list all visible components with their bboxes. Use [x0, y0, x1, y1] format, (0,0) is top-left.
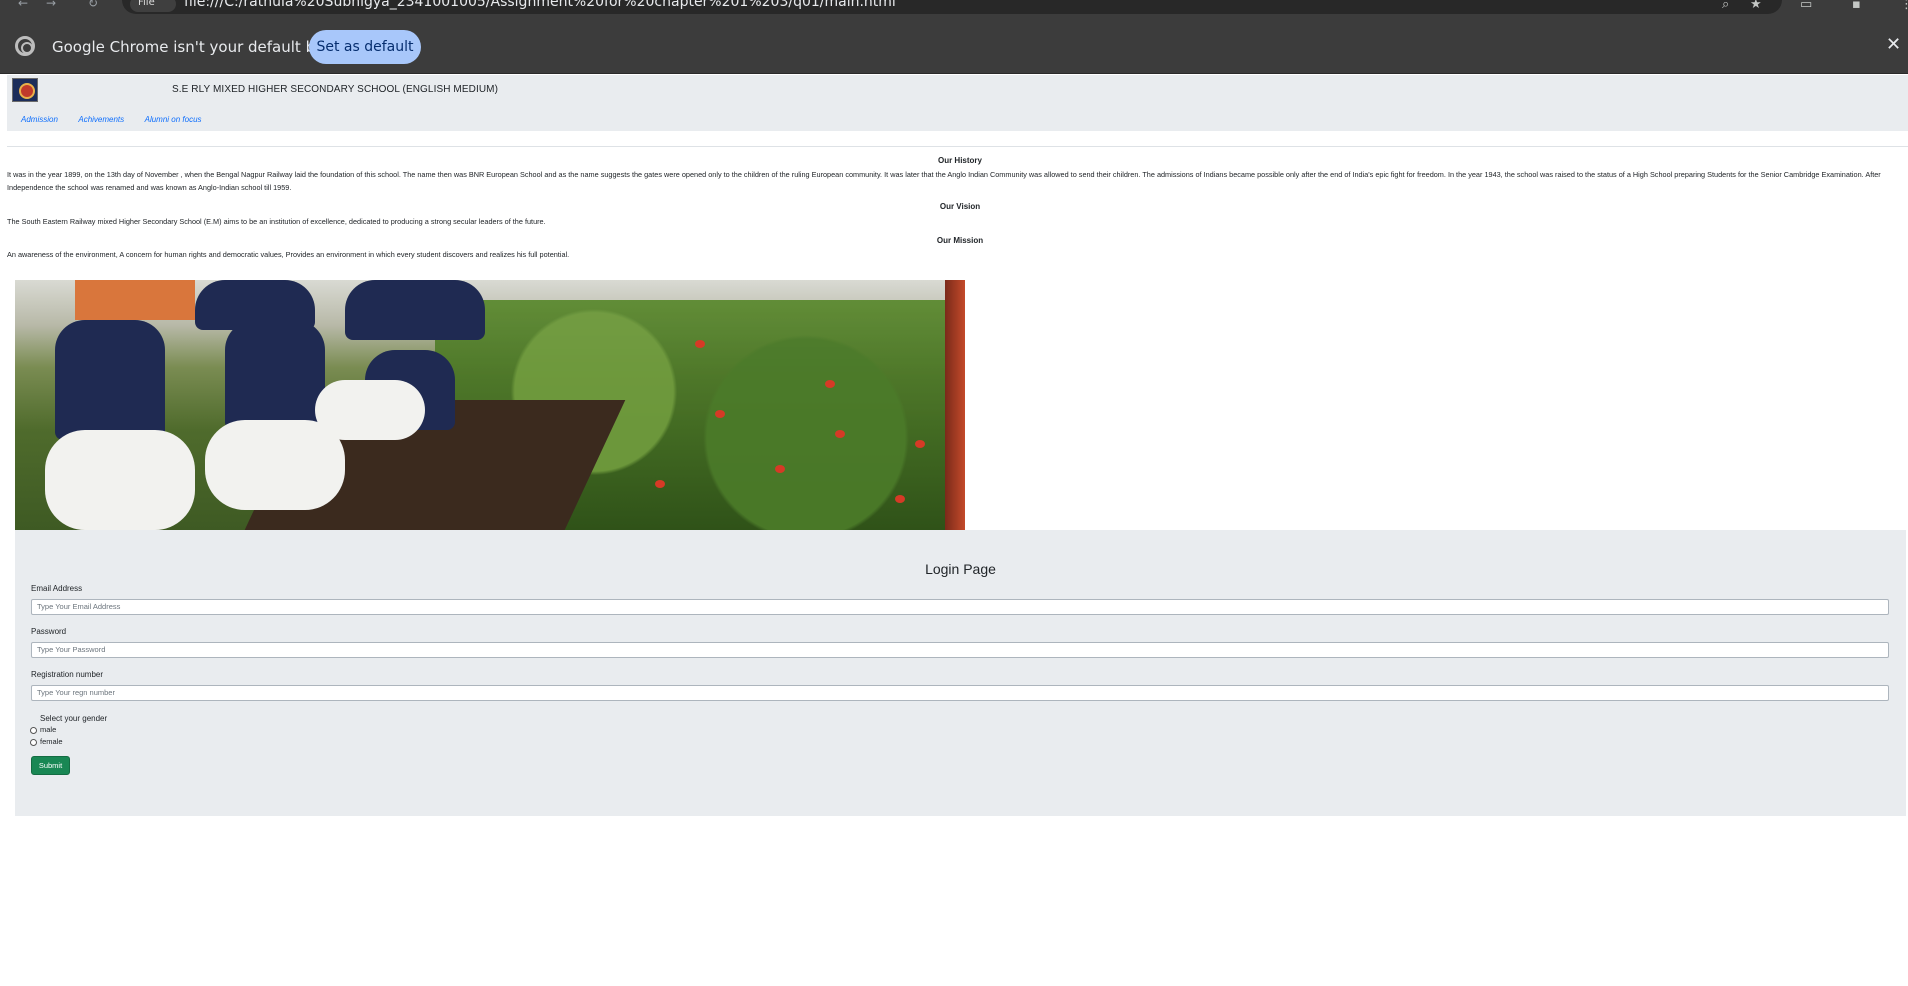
- students-gardening-photo: [15, 280, 965, 530]
- history-text: It was in the year 1899, on the 13th day…: [7, 170, 1881, 192]
- school-name: S.E RLY MIXED HIGHER SECONDARY SCHOOL (E…: [172, 84, 499, 95]
- nav-links: Admission Achivements Alumni on focus: [21, 109, 218, 127]
- email-label: Email Address: [31, 584, 83, 593]
- divider: [7, 146, 1908, 147]
- history-title: Our History: [937, 156, 982, 165]
- login-form: Login Page Email Address Type Your Email…: [15, 530, 1906, 816]
- site-header: S.E RLY MIXED HIGHER SECONDARY SCHOOL (E…: [7, 75, 1908, 131]
- mission-text: An awareness of the environment, A conce…: [7, 250, 570, 259]
- bookmark-star-icon[interactable]: ★: [1750, 0, 1762, 12]
- submit-button[interactable]: Submit: [31, 756, 70, 775]
- default-browser-infobar: Google Chrome isn't your default browser…: [0, 14, 1908, 74]
- tab-search-icon[interactable]: ▭: [1800, 0, 1812, 12]
- url-text[interactable]: file:///C:/rathula%20Subhigya_2341001005…: [184, 0, 896, 10]
- password-label: Password: [31, 627, 67, 636]
- password-field[interactable]: Type Your Password: [31, 642, 1889, 658]
- vision-text: The South Eastern Railway mixed Higher S…: [7, 217, 546, 226]
- gender-option-male[interactable]: male: [30, 725, 56, 734]
- mission-title: Our Mission: [936, 236, 984, 245]
- set-as-default-button[interactable]: Set as default: [309, 30, 421, 64]
- gender-option-female[interactable]: female: [30, 737, 63, 746]
- female-label: female: [40, 737, 63, 746]
- search-icon[interactable]: ⌕: [1722, 0, 1729, 12]
- email-field[interactable]: Type Your Email Address: [31, 599, 1889, 615]
- school-logo: [12, 78, 38, 102]
- registration-label: Registration number: [31, 670, 104, 679]
- male-radio[interactable]: [30, 726, 37, 734]
- nav-link-achievements[interactable]: Achivements: [78, 115, 124, 124]
- vision-title: Our Vision: [939, 202, 981, 211]
- registration-field[interactable]: Type Your regn number: [31, 685, 1889, 701]
- nav-link-alumni[interactable]: Alumni on focus: [145, 115, 202, 124]
- back-icon[interactable]: ←: [18, 0, 28, 10]
- extensions-icon[interactable]: ▪: [1852, 0, 1861, 12]
- female-radio[interactable]: [30, 738, 37, 746]
- login-title: Login Page: [925, 561, 996, 577]
- menu-icon[interactable]: ⋮: [1900, 0, 1908, 12]
- male-label: male: [40, 725, 57, 734]
- browser-toolbar: ← → ↻ File file:///C:/rathula%20Subhigya…: [0, 0, 1908, 14]
- nav-link-admission[interactable]: Admission: [21, 115, 58, 124]
- close-icon[interactable]: ✕: [1886, 36, 1901, 54]
- address-bar[interactable]: File file:///C:/rathula%20Subhigya_23410…: [122, 0, 1782, 14]
- reload-icon[interactable]: ↻: [88, 0, 98, 10]
- site-info-chip[interactable]: File: [130, 0, 176, 12]
- chrome-logo-icon: [15, 36, 35, 56]
- gender-label: Select your gender: [40, 714, 108, 723]
- forward-icon[interactable]: →: [46, 0, 56, 10]
